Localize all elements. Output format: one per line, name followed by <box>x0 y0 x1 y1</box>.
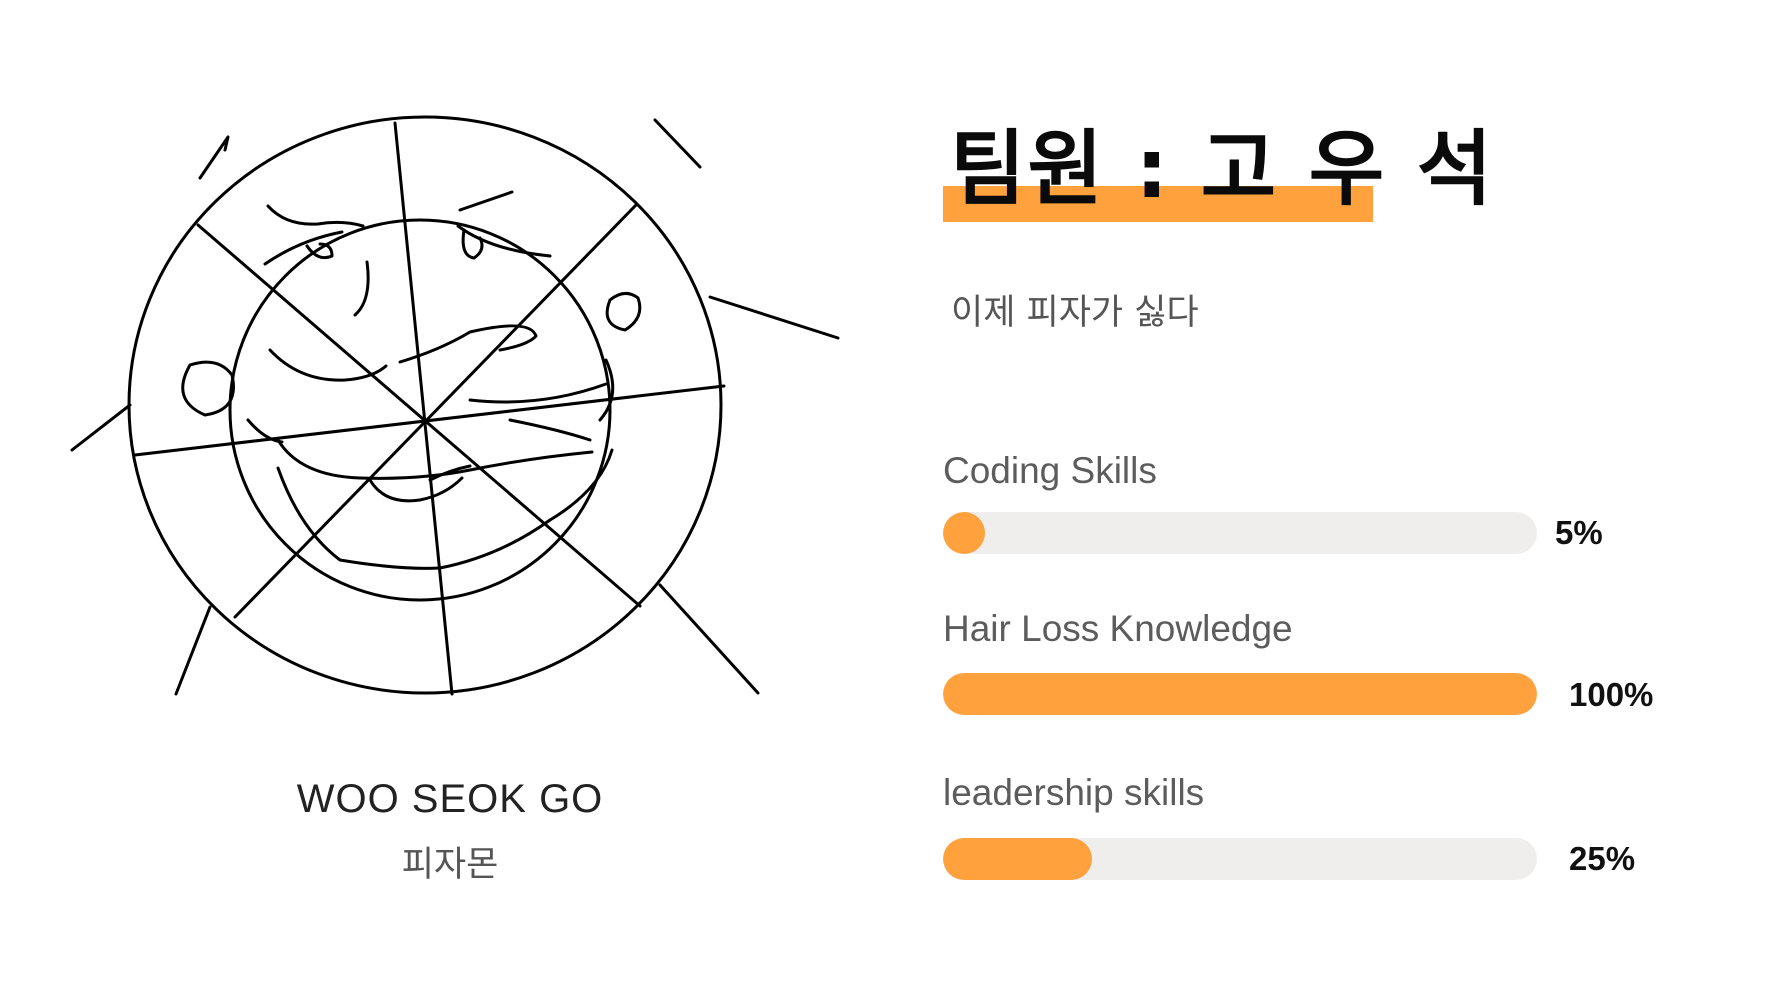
skill-progress-track <box>943 838 1537 880</box>
skill-progress-fill <box>943 838 1092 880</box>
page-title: 팀원 : 고 우 석 <box>950 122 1495 217</box>
skill-leadership: leadership skills 25% <box>943 772 1723 882</box>
skill-value: 5% <box>1555 514 1603 551</box>
skill-progress-track <box>943 673 1537 715</box>
skill-coding: Coding Skills 5% <box>943 450 1723 560</box>
profile-name: WOO SEOK GO <box>296 777 604 821</box>
skill-progress-fill <box>943 512 985 554</box>
skill-progress-track <box>943 512 1537 554</box>
skill-progress-fill <box>943 673 1537 715</box>
skill-label: Hair Loss Knowledge <box>943 608 1293 649</box>
skill-label: leadership skills <box>943 772 1205 813</box>
skill-value: 100% <box>1569 676 1654 713</box>
skill-label: Coding Skills <box>943 450 1157 491</box>
page-subtitle: 이제 피자가 싫다 <box>951 293 1199 333</box>
profile-nickname: 피자몬 <box>401 845 499 885</box>
skill-value: 25% <box>1569 840 1636 877</box>
pizza-face-sketch-icon <box>70 115 840 696</box>
skill-hair-loss: Hair Loss Knowledge 100% <box>943 608 1723 718</box>
